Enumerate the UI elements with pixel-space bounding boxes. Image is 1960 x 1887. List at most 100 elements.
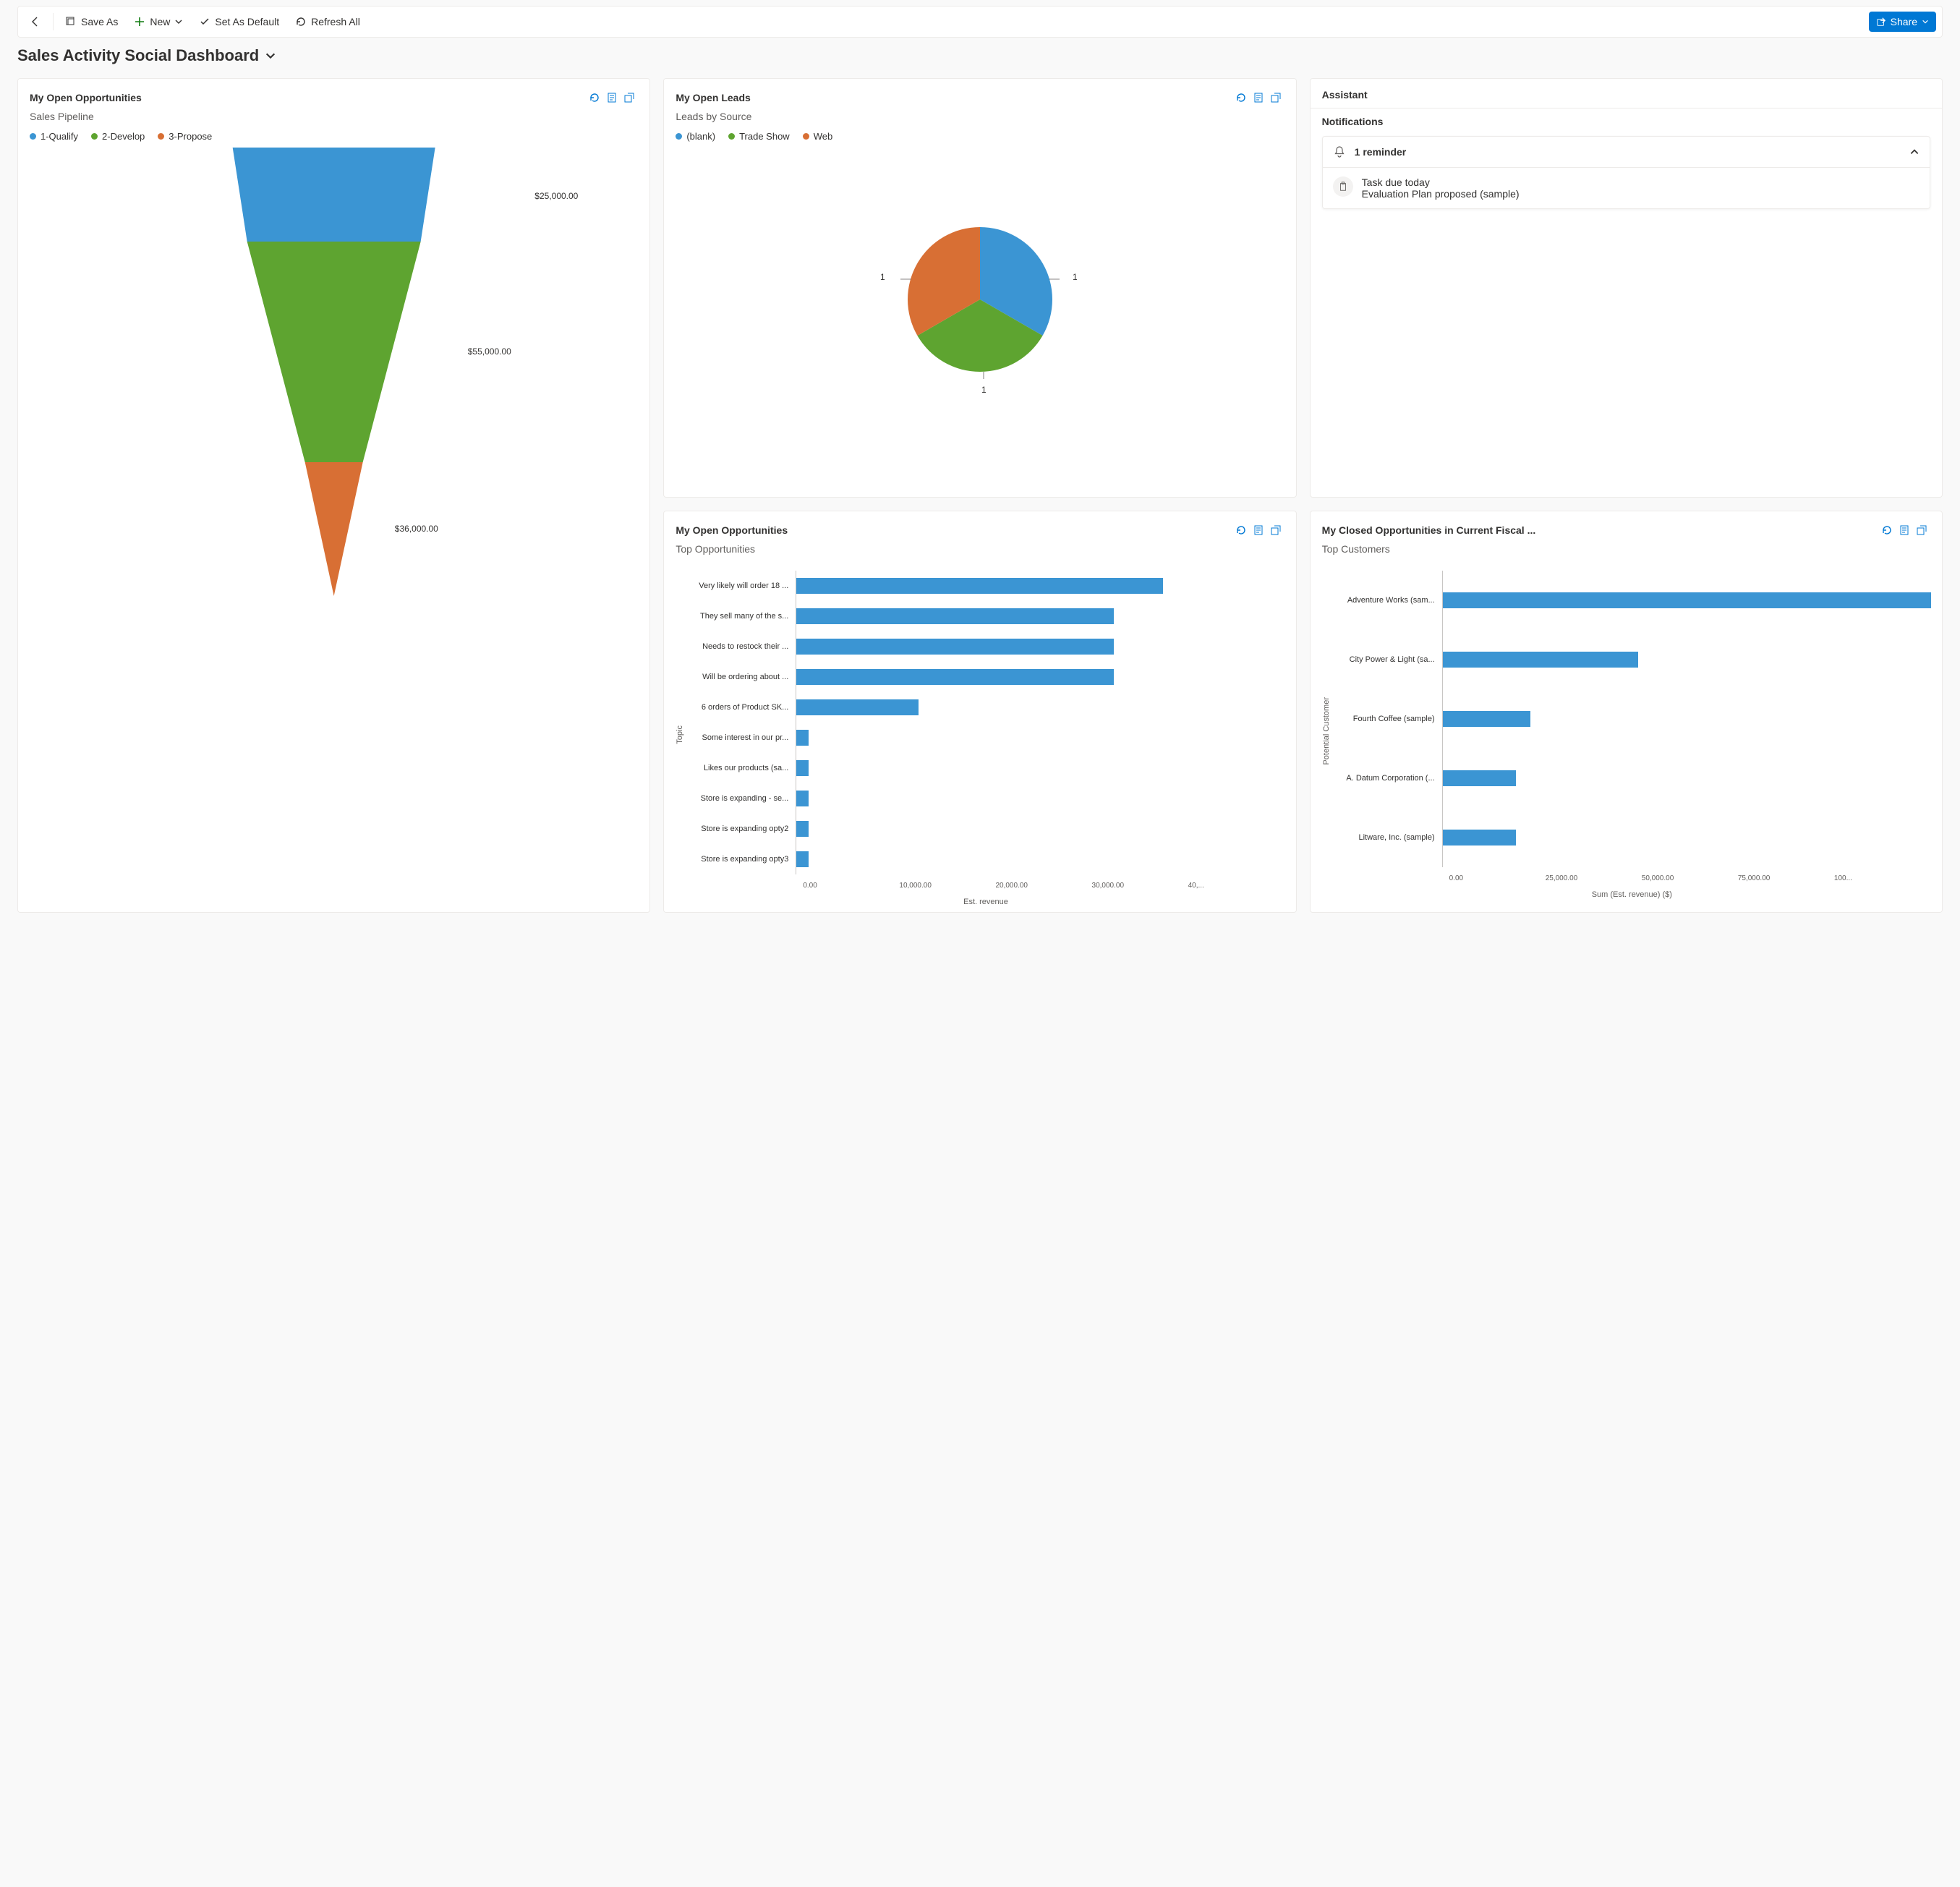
refresh-icon <box>295 16 307 27</box>
legend-item[interactable]: 1-Qualify <box>30 131 78 142</box>
check-icon <box>199 16 210 27</box>
bar[interactable] <box>796 699 919 715</box>
refresh-icon <box>589 92 600 103</box>
dot-icon <box>91 133 98 140</box>
dashboard-grid: My Open Opportunities Sales Pipeline 1-Q… <box>0 78 1960 930</box>
card-title: My Open Opportunities <box>676 524 1232 536</box>
set-default-label: Set As Default <box>215 16 279 27</box>
expand-button[interactable] <box>621 89 638 106</box>
refresh-button[interactable] <box>1878 521 1896 539</box>
bar-row[interactable]: They sell many of the s... <box>687 601 1284 631</box>
legend-item[interactable]: (blank) <box>676 131 715 142</box>
expand-button[interactable] <box>1913 521 1930 539</box>
bar-row[interactable]: Fourth Coffee (sample) <box>1334 689 1930 749</box>
card-leads-by-source: My Open Leads Leads by Source (blank) Tr… <box>663 78 1296 498</box>
bar-row[interactable]: Adventure Works (sam... <box>1334 571 1930 630</box>
bar[interactable] <box>1443 592 1931 608</box>
bar-label: Adventure Works (sam... <box>1334 596 1442 605</box>
legend-item[interactable]: Web <box>803 131 833 142</box>
bar-label: Will be ordering about ... <box>687 673 796 681</box>
card-subtitle: Top Opportunities <box>676 543 1284 555</box>
bar-row[interactable]: Needs to restock their ... <box>687 631 1284 662</box>
bar-row[interactable]: Litware, Inc. (sample) <box>1334 808 1930 867</box>
pie-slice-label: 1 <box>880 272 885 282</box>
refresh-button[interactable] <box>586 89 603 106</box>
bar[interactable] <box>796 639 1114 655</box>
x-axis-ticks: 0.0010,000.0020,000.0030,000.0040,... <box>803 882 1284 895</box>
axis-tick: 50,000.00 <box>1642 874 1738 887</box>
bar-row[interactable]: Store is expanding opty3 <box>687 844 1284 874</box>
axis-tick: 75,000.00 <box>1738 874 1834 887</box>
view-records-button[interactable] <box>1896 521 1913 539</box>
view-records-button[interactable] <box>603 89 621 106</box>
card-title: My Open Leads <box>676 92 1232 103</box>
bar-row[interactable]: Likes our products (sa... <box>687 753 1284 783</box>
bar-label: Litware, Inc. (sample) <box>1334 833 1442 842</box>
bar-row[interactable]: Very likely will order 18 ... <box>687 571 1284 601</box>
bar[interactable] <box>796 821 809 837</box>
view-records-button[interactable] <box>1250 521 1267 539</box>
dot-icon <box>30 133 36 140</box>
bar-row[interactable]: A. Datum Corporation (... <box>1334 749 1930 808</box>
expand-button[interactable] <box>1267 89 1284 106</box>
bar-chart: Very likely will order 18 ...They sell m… <box>687 563 1284 882</box>
back-button[interactable] <box>24 12 47 32</box>
bar-label: City Power & Light (sa... <box>1334 655 1442 664</box>
notification-item[interactable]: Task due today Evaluation Plan proposed … <box>1323 168 1930 208</box>
bar[interactable] <box>1443 711 1531 727</box>
y-axis-title: Potential Customer <box>1322 697 1331 765</box>
popout-icon <box>623 92 635 103</box>
bar[interactable] <box>1443 652 1638 668</box>
bar[interactable] <box>796 791 809 806</box>
bar-row[interactable]: 6 orders of Product SK... <box>687 692 1284 723</box>
bar[interactable] <box>1443 830 1516 845</box>
set-default-button[interactable]: Set As Default <box>193 12 285 32</box>
save-as-button[interactable]: Save As <box>59 12 124 32</box>
bar[interactable] <box>796 760 809 776</box>
bar[interactable] <box>796 730 809 746</box>
reminder-count: 1 reminder <box>1355 146 1901 158</box>
view-records-button[interactable] <box>1250 89 1267 106</box>
chevron-down-icon <box>174 17 183 26</box>
notification-header[interactable]: 1 reminder <box>1323 137 1930 168</box>
refresh-all-button[interactable]: Refresh All <box>289 12 366 32</box>
bar-row[interactable]: Store is expanding opty2 <box>687 814 1284 844</box>
refresh-all-label: Refresh All <box>311 16 360 27</box>
bar-label: Store is expanding opty2 <box>687 825 796 833</box>
bar-label: Fourth Coffee (sample) <box>1334 715 1442 723</box>
bar-label: Needs to restock their ... <box>687 642 796 651</box>
bar-row[interactable]: Will be ordering about ... <box>687 662 1284 692</box>
share-button[interactable]: Share <box>1869 12 1936 32</box>
popout-icon <box>1270 92 1282 103</box>
card-subtitle: Sales Pipeline <box>30 111 638 122</box>
bar[interactable] <box>796 669 1114 685</box>
card-top-customers: My Closed Opportunities in Current Fisca… <box>1310 511 1943 913</box>
bar-row[interactable]: Store is expanding - se... <box>687 783 1284 814</box>
chevron-down-icon[interactable] <box>265 50 276 61</box>
bar[interactable] <box>796 578 1162 594</box>
pie-slice-label: 1 <box>1073 272 1078 282</box>
bar-row[interactable]: Some interest in our pr... <box>687 723 1284 753</box>
legend-item[interactable]: 3-Propose <box>158 131 212 142</box>
bar[interactable] <box>796 851 809 867</box>
bar-label: Some interest in our pr... <box>687 733 796 742</box>
refresh-button[interactable] <box>1232 89 1250 106</box>
notification-card: 1 reminder Task due today Evaluation Pla… <box>1322 136 1930 209</box>
chevron-down-icon <box>1922 18 1929 25</box>
refresh-button[interactable] <box>1232 521 1250 539</box>
refresh-icon <box>1235 524 1247 536</box>
legend-item[interactable]: 2-Develop <box>91 131 145 142</box>
new-button[interactable]: New <box>128 12 189 32</box>
plus-icon <box>134 16 145 27</box>
funnel-value-label: $36,000.00 <box>395 524 438 534</box>
legend-item[interactable]: Trade Show <box>728 131 790 142</box>
funnel-legend: 1-Qualify 2-Develop 3-Propose <box>30 131 638 142</box>
expand-button[interactable] <box>1267 521 1284 539</box>
command-bar: Save As New Set As Default Refresh All S… <box>17 6 1943 38</box>
save-as-label: Save As <box>81 16 118 27</box>
card-title: Assistant <box>1322 89 1930 101</box>
axis-tick: 0.00 <box>803 882 899 895</box>
bar[interactable] <box>1443 770 1516 786</box>
bar[interactable] <box>796 608 1114 624</box>
bar-row[interactable]: City Power & Light (sa... <box>1334 630 1930 689</box>
